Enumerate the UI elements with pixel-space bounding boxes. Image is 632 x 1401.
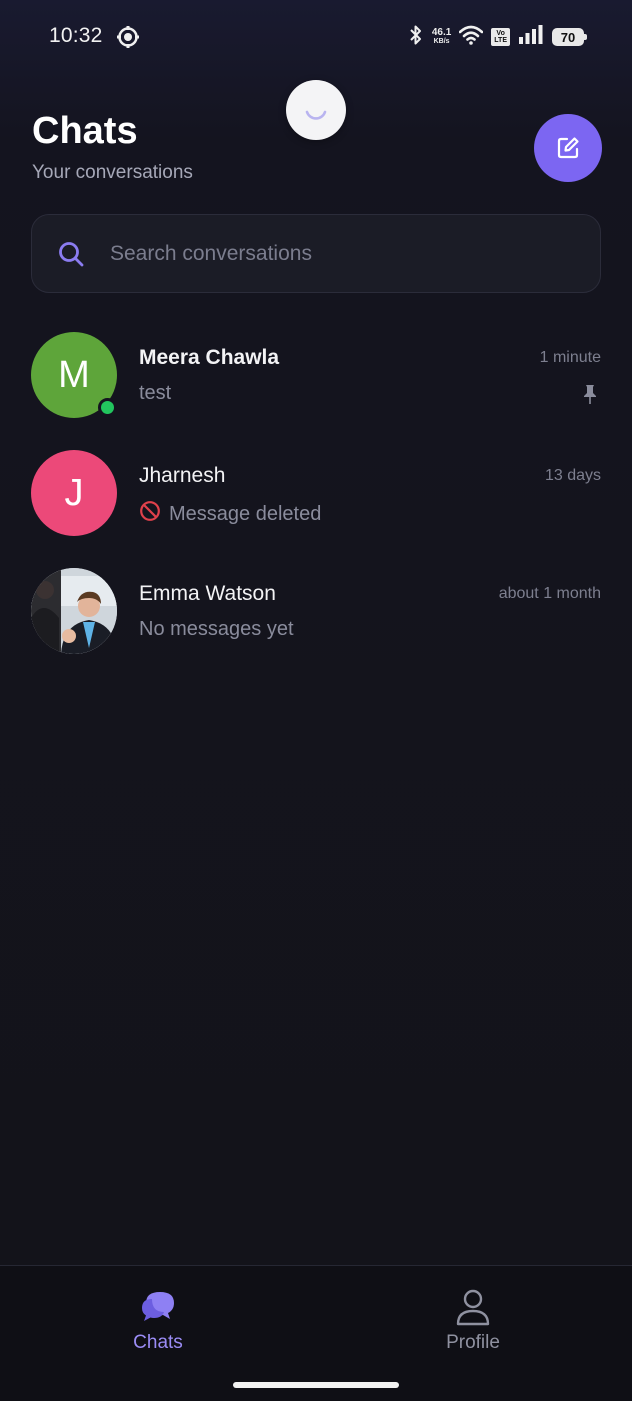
avatar-photo [31,568,117,654]
chat-item-meera-chawla[interactable]: M Meera Chawla test 1 minute [0,332,632,442]
network-speed: 46.1 KB/s [432,28,451,46]
network-speed-value: 46.1 [431,27,452,38]
chat-time: 13 days [544,467,601,484]
chat-name: Emma Watson [139,582,276,605]
chat-preview-text: test [139,382,172,404]
volte-top: Vo [496,30,505,37]
chat-name: Meera Chawla [139,346,280,369]
wifi-icon [458,25,484,50]
avatar-initial: J [64,471,84,514]
online-indicator [98,398,117,417]
refresh-spinner [286,80,346,140]
search-icon [56,239,86,269]
page-title: Chats [32,110,138,152]
home-indicator[interactable] [233,1382,399,1388]
avatar-initial: M [58,353,90,396]
bluetooth-icon [408,24,424,51]
pin-icon [583,384,597,409]
chat-preview-text: No messages yet [139,618,294,640]
nav-tab-chats[interactable]: Chats [98,1288,218,1354]
chat-preview-text: Message deleted [169,502,322,525]
chat-item-emma-watson[interactable]: Emma Watson No messages yet about 1 mont… [0,568,632,678]
signal-icon [518,24,544,50]
bottom-nav: Chats Profile [0,1265,632,1401]
chat-preview: No messages yet [139,618,294,641]
profile-photo-image [31,568,117,654]
battery-level: 70 [560,29,576,45]
nav-tab-profile[interactable]: Profile [413,1288,533,1354]
search-input[interactable] [108,240,600,267]
status-time: 10:32 [49,24,103,47]
profile-icon [456,1289,490,1326]
screen-record-icon [117,26,139,48]
page-subtitle: Your conversations [32,162,193,183]
battery-icon: 70 [552,28,587,46]
compose-icon [557,137,579,159]
chat-time: about 1 month [498,585,601,602]
chat-item-jharnesh[interactable]: J Jharnesh Message deleted 13 days [0,450,632,560]
chats-icon [142,1292,174,1321]
chat-preview: test [139,382,171,405]
avatar: J [31,450,117,536]
new-chat-button[interactable] [534,114,602,182]
nav-label-chats: Chats [133,1332,183,1353]
deleted-icon [139,500,161,528]
status-bar: 10:32 46.1 KB/s Vo LTE 70 [0,0,632,72]
nav-label-profile: Profile [446,1332,500,1353]
volte-badge: Vo LTE [491,28,510,46]
network-speed-unit: KB/s [433,38,450,45]
volte-bottom: LTE [494,37,507,44]
spinner-icon [305,110,327,120]
search-bar[interactable] [31,214,601,293]
avatar: M [31,332,117,418]
chat-preview: Message deleted [139,500,321,528]
chat-time: 1 minute [539,349,601,366]
chat-name: Jharnesh [139,464,226,487]
